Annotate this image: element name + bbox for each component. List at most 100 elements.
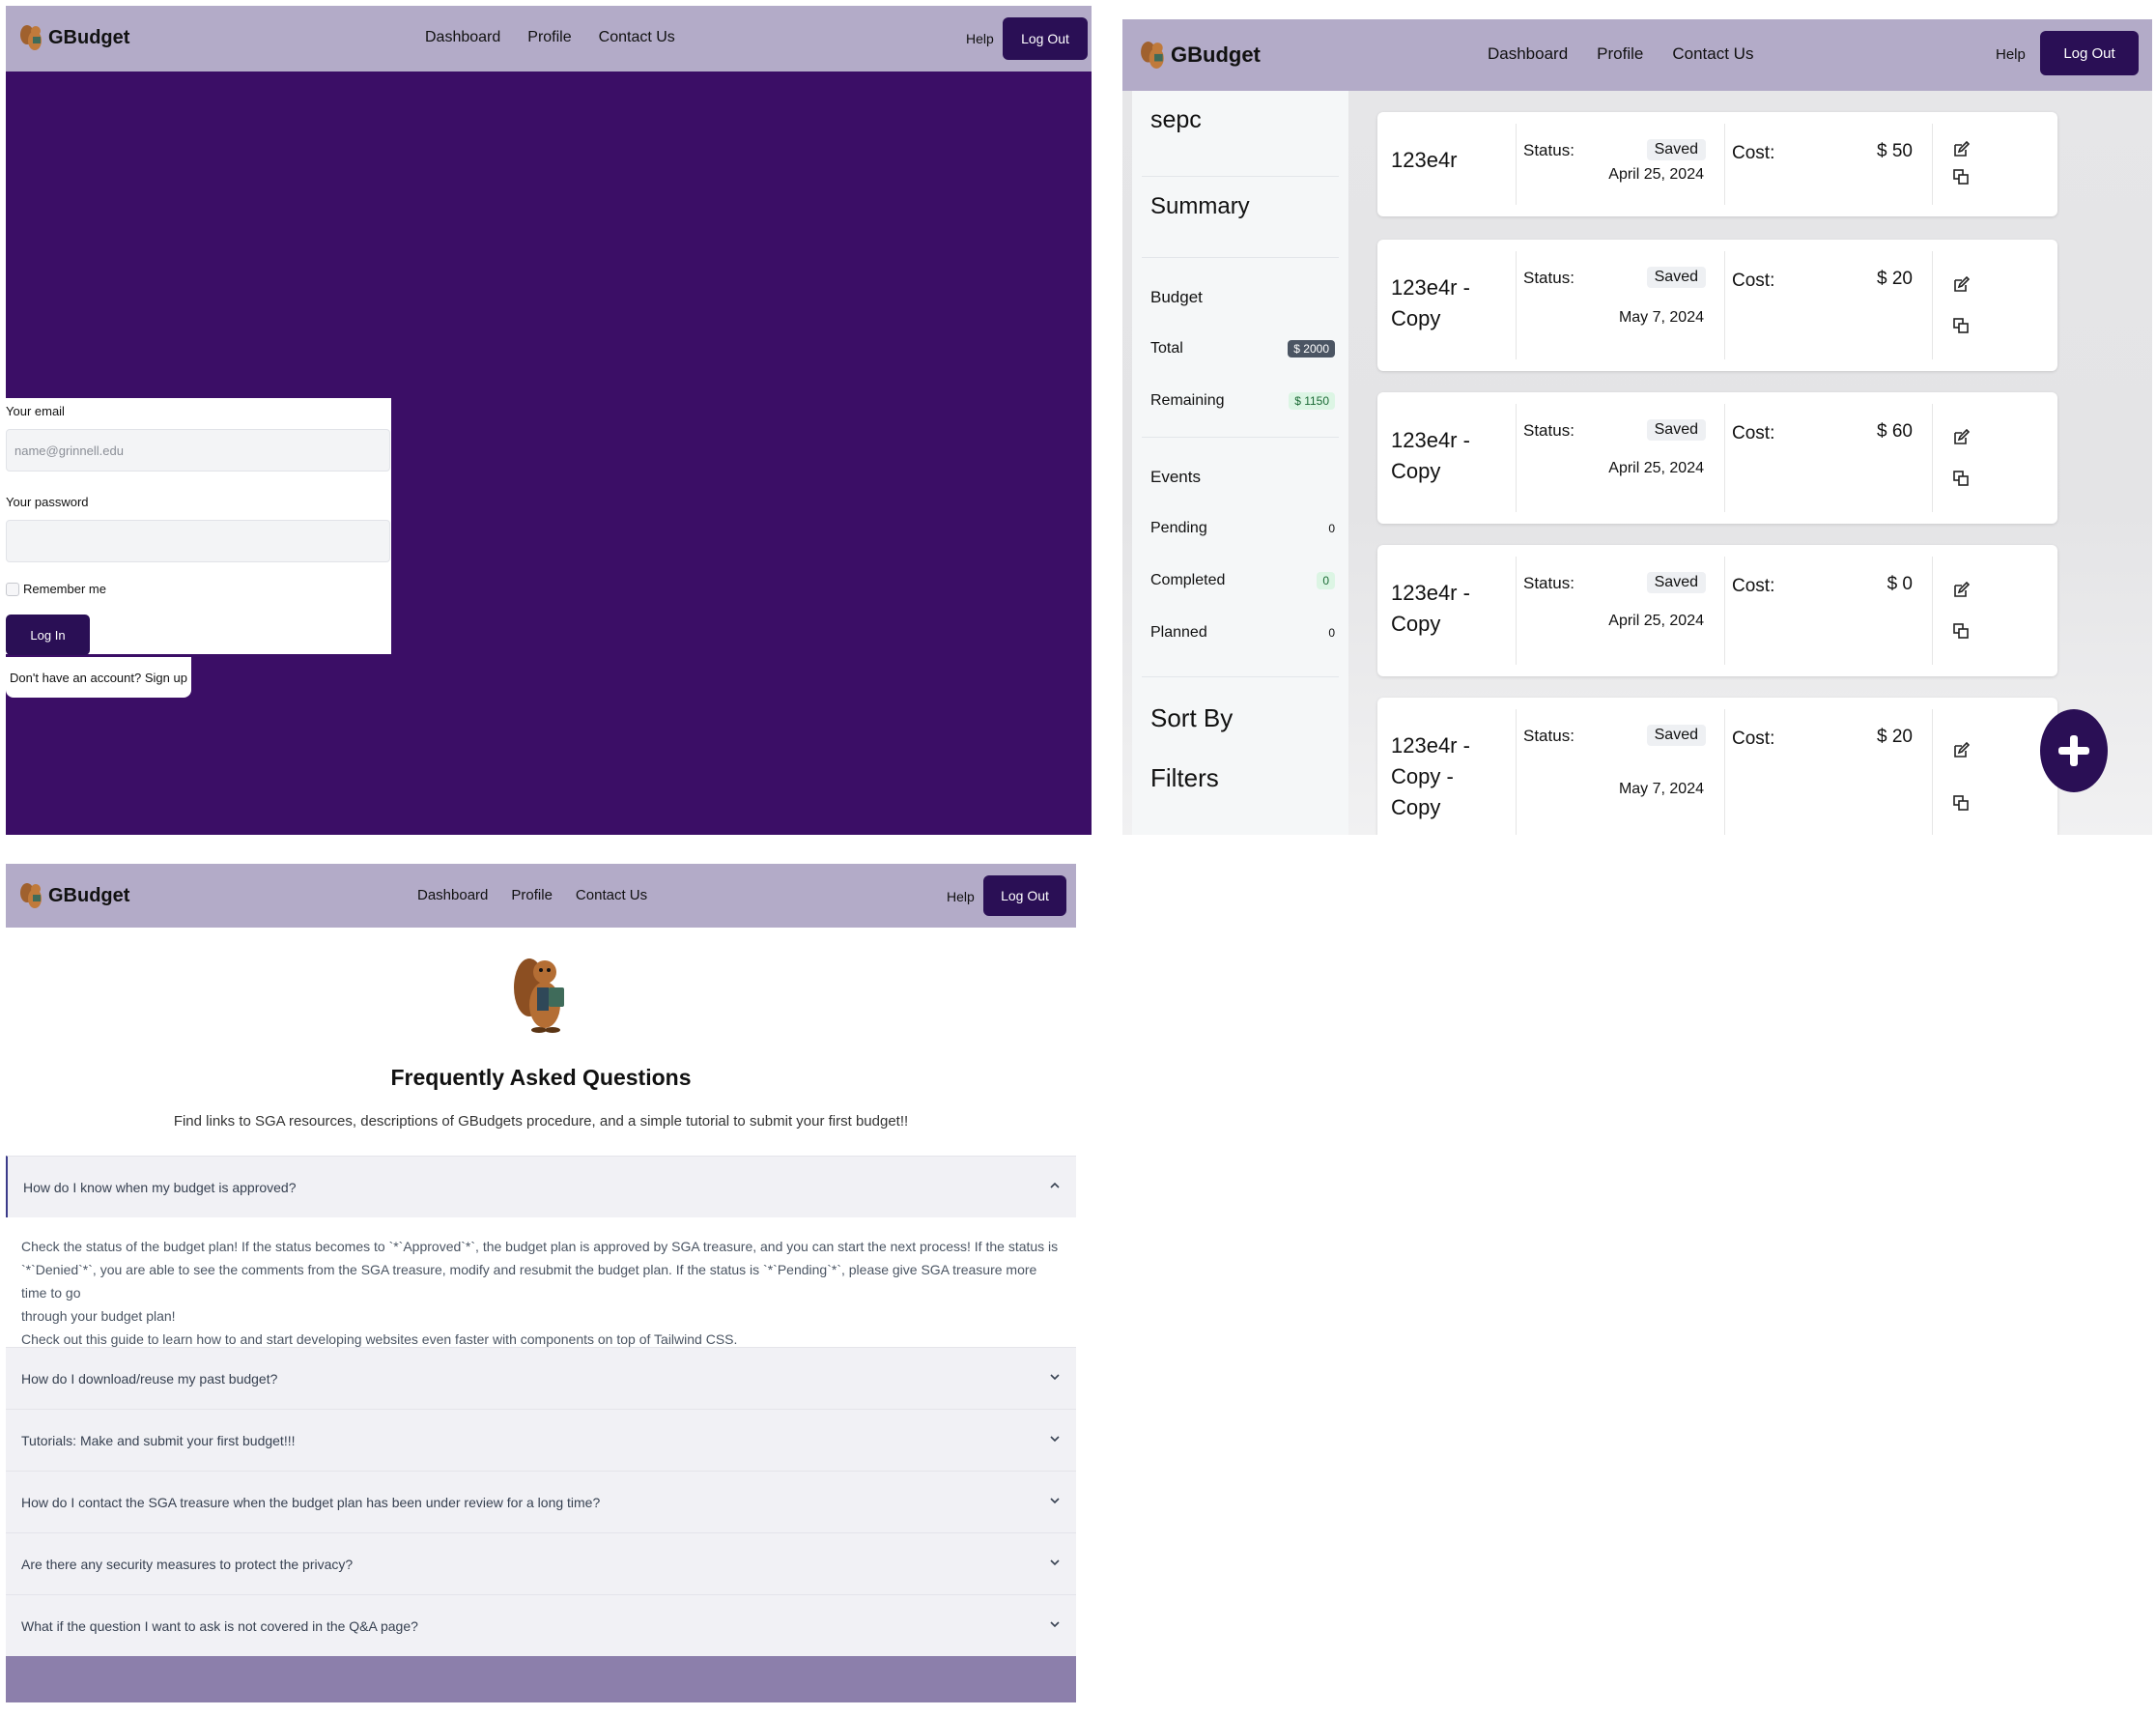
login-button[interactable]: Log In <box>6 615 90 655</box>
divider <box>1724 557 1725 665</box>
plus-icon <box>2058 735 2089 766</box>
budget-card[interactable]: 123e4r - Copy Status: Saved April 25, 20… <box>1377 545 2057 676</box>
logout-button[interactable]: Log Out <box>983 875 1066 916</box>
email-field[interactable]: name@grinnell.edu <box>6 429 390 472</box>
password-label: Your password <box>6 495 89 509</box>
faq-header: Frequently Asked Questions Find links to… <box>6 928 1076 1183</box>
nav-link-contact[interactable]: Contact Us <box>599 29 675 46</box>
total-label: Total <box>1150 340 1183 357</box>
nav-link-dashboard[interactable]: Dashboard <box>1488 44 1568 64</box>
nav-link-dashboard[interactable]: Dashboard <box>425 29 500 46</box>
divider <box>1932 251 1933 359</box>
chevron-down-icon <box>1050 1621 1060 1628</box>
divider <box>1516 404 1517 512</box>
brand-name: GBudget <box>48 884 130 906</box>
budget-name: 123e4r - Copy <box>1391 581 1470 636</box>
squirrel-mascot-icon <box>514 958 564 1033</box>
nav-link-dashboard[interactable]: Dashboard <box>417 887 488 903</box>
completed-label: Completed <box>1150 572 1226 588</box>
edit-icon[interactable] <box>1952 582 1970 599</box>
faq-question[interactable]: What if the question I want to ask is no… <box>6 1594 1076 1656</box>
faq-subtitle: Find links to SGA resources, description… <box>173 1113 909 1130</box>
edit-icon[interactable] <box>1952 276 1970 294</box>
copy-icon[interactable] <box>1952 622 1970 640</box>
brand-name: GBudget <box>48 26 130 48</box>
edit-icon[interactable] <box>1952 429 1970 446</box>
budget-name: 123e4r - Copy <box>1391 275 1470 330</box>
divider <box>1724 709 1725 835</box>
nav-link-profile[interactable]: Profile <box>527 29 571 46</box>
edit-icon[interactable] <box>1952 742 1970 759</box>
nav-link-profile[interactable]: Profile <box>1597 44 1643 64</box>
question-text: How do I know when my budget is approved… <box>23 1179 297 1195</box>
budget-name: 123e4r - Copy <box>1391 428 1470 483</box>
password-field[interactable] <box>6 520 390 562</box>
budget-card[interactable]: 123e4r - Copy Status: Saved April 25, 20… <box>1377 392 2057 524</box>
chevron-down-icon <box>1050 1436 1060 1443</box>
status-badge: Saved <box>1646 725 1706 746</box>
divider <box>1142 437 1339 438</box>
divider <box>1724 404 1725 512</box>
status-label: Status: <box>1523 574 1574 592</box>
divider <box>1142 176 1339 177</box>
cost-value: $ 20 <box>1877 269 1913 289</box>
divider <box>1142 676 1339 677</box>
nav-link-contact[interactable]: Contact Us <box>576 887 647 903</box>
squirrel-mascot-icon <box>1141 42 1164 69</box>
chevron-down-icon <box>1050 1498 1060 1504</box>
pending-label: Pending <box>1150 520 1207 536</box>
faq-question[interactable]: How do I download/reuse my past budget? <box>6 1347 1076 1409</box>
logout-button[interactable]: Log Out <box>1003 17 1088 60</box>
copy-icon[interactable] <box>1952 794 1970 812</box>
copy-icon[interactable] <box>1952 317 1970 334</box>
status-badge: Saved <box>1646 139 1706 160</box>
cost-label: Cost: <box>1732 143 1775 163</box>
sort-by[interactable]: Sort By <box>1150 703 1233 733</box>
divider <box>1724 124 1725 205</box>
faq-question[interactable]: Tutorials: Make and submit your first bu… <box>6 1409 1076 1471</box>
brand-logo[interactable]: GBudget <box>19 23 129 52</box>
filters[interactable]: Filters <box>1150 763 1219 793</box>
summary-sidebar: sepc Summary Budget Total $ 2000 Remaini… <box>1132 91 1348 835</box>
faq-question[interactable]: How do I know when my budget is approved… <box>6 1156 1076 1217</box>
remember-checkbox[interactable] <box>6 583 19 596</box>
faq-title: Frequently Asked Questions <box>390 1065 692 1090</box>
faq-question[interactable]: How do I contact the SGA treasure when t… <box>6 1471 1076 1532</box>
divider <box>1516 709 1517 835</box>
help-link[interactable]: Help <box>947 889 975 904</box>
help-link[interactable]: Help <box>966 31 994 46</box>
login-form: Your email name@grinnell.edu Your passwo… <box>6 398 391 655</box>
brand-logo[interactable]: GBudget <box>19 881 129 910</box>
logout-button[interactable]: Log Out <box>2040 31 2139 75</box>
help-link[interactable]: Help <box>1996 46 2026 63</box>
budget-card[interactable]: 123e4r Status: Saved April 25, 2024 Cost… <box>1377 112 2057 216</box>
question-text: How do I download/reuse my past budget? <box>21 1370 278 1387</box>
edit-icon[interactable] <box>1952 141 1970 158</box>
copy-icon[interactable] <box>1952 470 1970 487</box>
cost-label: Cost: <box>1732 271 1775 291</box>
remaining-label: Remaining <box>1150 392 1225 409</box>
faq-question[interactable]: Are there any security measures to prote… <box>6 1532 1076 1594</box>
faq-screen: GBudget Dashboard Profile Contact Us Hel… <box>6 864 1076 1702</box>
planned-count: 0 <box>1328 626 1335 640</box>
brand-logo[interactable]: GBudget <box>1140 39 1261 72</box>
cost-value: $ 60 <box>1877 421 1913 442</box>
remaining-row: Remaining $ 1150 <box>1150 392 1335 410</box>
nav-link-contact[interactable]: Contact Us <box>1672 44 1753 64</box>
signup-link[interactable]: Don't have an account? Sign up <box>6 657 191 698</box>
budget-heading: Budget <box>1150 288 1203 306</box>
cost-label: Cost: <box>1732 423 1775 443</box>
copy-icon[interactable] <box>1952 168 1970 186</box>
nav-link-profile[interactable]: Profile <box>511 887 553 903</box>
cost-label: Cost: <box>1732 729 1775 749</box>
completed-row: Completed 0 <box>1150 572 1335 589</box>
budget-card[interactable]: 123e4r - Copy Status: Saved May 7, 2024 … <box>1377 240 2057 371</box>
divider <box>1932 557 1933 665</box>
cost-value: $ 20 <box>1877 727 1913 747</box>
squirrel-mascot-icon <box>20 25 42 50</box>
budget-card[interactable]: 123e4r - Copy - Copy Status: Saved May 7… <box>1377 698 2057 835</box>
total-row: Total $ 2000 <box>1150 340 1335 358</box>
pending-row: Pending 0 <box>1150 520 1335 537</box>
divider <box>1516 251 1517 359</box>
add-budget-button[interactable] <box>2040 709 2108 792</box>
